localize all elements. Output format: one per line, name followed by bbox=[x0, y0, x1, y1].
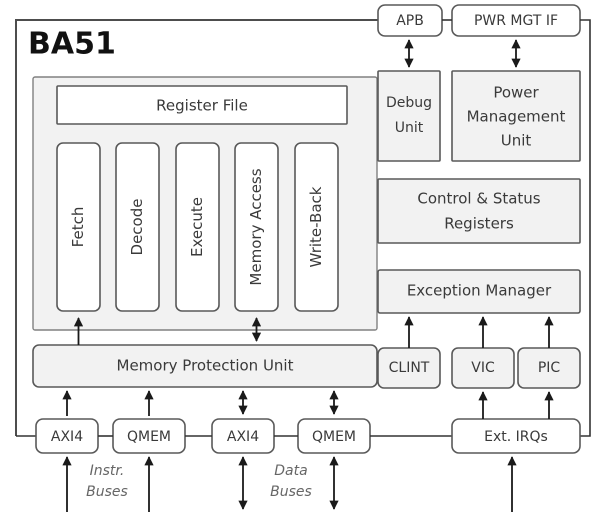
ext-irqs-label: Ext. IRQs bbox=[484, 429, 548, 445]
instr-buses-label-line1: Instr. bbox=[90, 463, 125, 479]
memory-protection-unit-label: Memory Protection Unit bbox=[117, 357, 294, 375]
debug-unit-label-line2: Unit bbox=[395, 120, 424, 136]
debug-unit-block[interactable] bbox=[377, 70, 441, 162]
ba51-block-diagram: BA51 Register File Fetch Decode Execute … bbox=[15, 4, 591, 512]
vic-label: VIC bbox=[471, 360, 495, 376]
axi4-data-port-label: AXI4 bbox=[227, 429, 259, 445]
pipeline-stage-fetch-label: Fetch bbox=[69, 207, 87, 248]
qmem-data-port-label: QMEM bbox=[312, 429, 356, 445]
block-diagram-root: BA51 Register File Fetch Decode Execute … bbox=[0, 0, 600, 517]
pipeline-stage-execute-label: Execute bbox=[188, 197, 206, 257]
data-buses-label-line2: Buses bbox=[270, 484, 312, 500]
pmu-label-line1: Power bbox=[493, 84, 539, 102]
qmem-instr-port-label: QMEM bbox=[127, 429, 171, 445]
data-buses-label-line1: Data bbox=[274, 463, 307, 479]
pmu-label-line2: Management bbox=[467, 108, 566, 126]
instr-buses-label-line2: Buses bbox=[86, 484, 128, 500]
csr-label-line1: Control & Status bbox=[417, 190, 540, 208]
clint-label: CLINT bbox=[389, 360, 430, 376]
pwr-mgt-if-label: PWR MGT IF bbox=[474, 13, 558, 29]
apb-interface-label: APB bbox=[396, 13, 424, 29]
pipeline-stage-decode-label: Decode bbox=[128, 199, 146, 256]
csr-label-line2: Registers bbox=[444, 215, 514, 233]
exception-manager-label: Exception Manager bbox=[407, 282, 552, 300]
pmu-label-line3: Unit bbox=[501, 132, 532, 150]
pic-label: PIC bbox=[538, 360, 561, 376]
page-title: BA51 bbox=[28, 27, 116, 62]
pipeline-stage-memory-access-label: Memory Access bbox=[247, 168, 265, 285]
register-file-label: Register File bbox=[156, 97, 248, 115]
debug-unit-label-line1: Debug bbox=[386, 95, 432, 111]
pwrmgt-to-ext-irqs-wire bbox=[580, 19, 591, 437]
pipeline-stage-write-back-label: Write-Back bbox=[307, 186, 325, 267]
axi4-instr-port-label: AXI4 bbox=[51, 429, 83, 445]
